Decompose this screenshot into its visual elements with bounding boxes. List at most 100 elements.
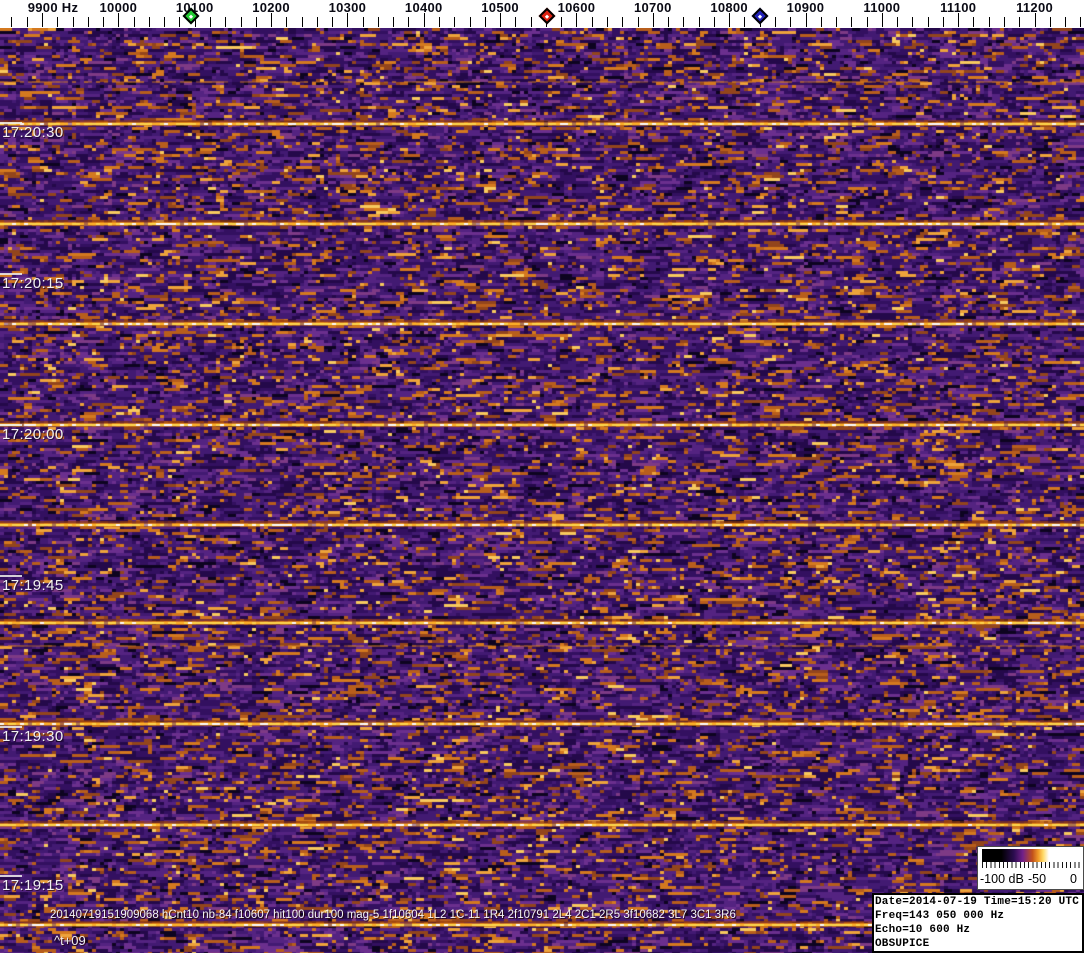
freq-tick [1065, 17, 1067, 27]
freq-tick [225, 17, 227, 27]
freq-tick [698, 17, 700, 27]
freq-label: 10700 [633, 0, 672, 15]
freq-tick [42, 13, 43, 27]
freq-label: 10000 [99, 0, 138, 15]
freq-tick [851, 17, 853, 27]
freq-tick [423, 13, 425, 27]
freq-tick [72, 17, 74, 27]
colorbar-label-max: 0 [1070, 872, 1077, 886]
freq-tick [439, 17, 441, 27]
freq-tick [774, 17, 776, 27]
freq-tick [973, 17, 975, 27]
time-label: 17:19:30 [2, 728, 64, 745]
freq-tick [103, 17, 105, 27]
freq-tick [87, 17, 89, 27]
freq-tick [1019, 17, 1021, 27]
freq-tick [805, 13, 807, 27]
colorbar-label-min: -100 dB [980, 872, 1024, 886]
freq-tick [469, 17, 471, 27]
freq-label: 10600 [557, 0, 596, 15]
freq-tick [377, 17, 379, 27]
freq-tick [988, 17, 990, 27]
freq-tick [881, 13, 883, 27]
freq-tick [652, 13, 654, 27]
time-label: 17:19:15 [2, 877, 64, 894]
freq-tick [729, 13, 731, 27]
info-frequency: Freq=143 050 000 Hz [875, 910, 1005, 922]
freq-tick [393, 17, 395, 27]
freq-tick [347, 13, 349, 27]
freq-tick [484, 17, 486, 27]
freq-tick [897, 17, 899, 27]
freq-tick [713, 17, 715, 27]
freq-tick [118, 13, 120, 27]
event-annotation-text: 20140719151909068 hCnt10 nb-84 f10607 hi… [50, 909, 736, 921]
colorbar-gradient [982, 849, 1079, 862]
time-label: 17:20:15 [2, 275, 64, 292]
freq-tick [942, 17, 944, 27]
colorbar-ticks [982, 862, 1080, 868]
freq-tick [606, 17, 608, 27]
freq-tick [530, 17, 532, 27]
freq-tick [927, 17, 929, 27]
observation-info-box: Date=2014-07-19 Time=15:20 UTC Freq=143 … [872, 893, 1084, 953]
freq-tick [744, 17, 746, 27]
intensity-colorbar: -100 dB -50 0 [977, 846, 1084, 890]
freq-tick [1004, 17, 1005, 27]
freq-tick [316, 17, 318, 27]
freq-tick [148, 17, 150, 27]
freq-tick [912, 17, 914, 27]
freq-tick [209, 17, 211, 27]
freq-tick [561, 17, 563, 27]
freq-label: 10200 [252, 0, 290, 15]
freq-label: 11000 [863, 0, 901, 15]
freq-tick [515, 17, 517, 27]
freq-tick [576, 13, 578, 27]
freq-tick [1049, 17, 1051, 27]
info-date-time: Date=2014-07-19 Time=15:20 UTC [875, 896, 1080, 908]
freq-tick [179, 17, 181, 27]
freq-tick [836, 17, 838, 27]
freq-label: 9900 Hz [27, 0, 79, 15]
freq-label: 10500 [481, 0, 519, 15]
freq-tick [26, 17, 28, 27]
freq-tick [271, 13, 273, 27]
spectrogram-canvas [0, 28, 1084, 953]
freq-tick [820, 17, 822, 27]
freq-tick [454, 17, 456, 27]
freq-tick [164, 17, 166, 27]
freq-tick [11, 17, 13, 27]
time-offset-label: ^t+09 [54, 933, 86, 948]
freq-tick [500, 13, 502, 27]
meteor-echo-spectrogram-window: 9900 Hz 10000 10100 10200 10300 10400 10500 106… [0, 0, 1084, 953]
freq-tick [332, 17, 334, 27]
freq-tick [301, 17, 303, 27]
freq-label: 10800 [710, 0, 748, 15]
freq-tick [591, 17, 593, 27]
time-label: 17:19:45 [2, 577, 64, 594]
time-label: 17:20:00 [2, 426, 64, 443]
freq-label: 11100 [940, 0, 977, 15]
freq-tick [958, 13, 960, 27]
time-label: 17:20:30 [2, 124, 64, 141]
freq-label: 11200 [1016, 0, 1054, 15]
freq-tick [683, 17, 685, 27]
info-station: OBSUPICE [875, 938, 930, 950]
info-echo: Echo=10 600 Hz [875, 924, 971, 936]
freq-label: 10300 [328, 0, 367, 15]
freq-tick [133, 17, 135, 27]
freq-tick [790, 17, 792, 27]
freq-label: 10900 [786, 0, 825, 15]
colorbar-label-mid: -50 [1028, 872, 1047, 886]
freq-tick [408, 17, 410, 27]
freq-tick [1034, 13, 1036, 27]
freq-tick [286, 17, 288, 27]
freq-tick [622, 17, 624, 27]
freq-label: 10400 [404, 0, 443, 15]
freq-tick [668, 17, 670, 27]
freq-tick [1080, 17, 1082, 27]
freq-tick [255, 17, 257, 27]
freq-tick [57, 17, 59, 27]
freq-tick [362, 17, 364, 27]
freq-tick [866, 17, 868, 27]
